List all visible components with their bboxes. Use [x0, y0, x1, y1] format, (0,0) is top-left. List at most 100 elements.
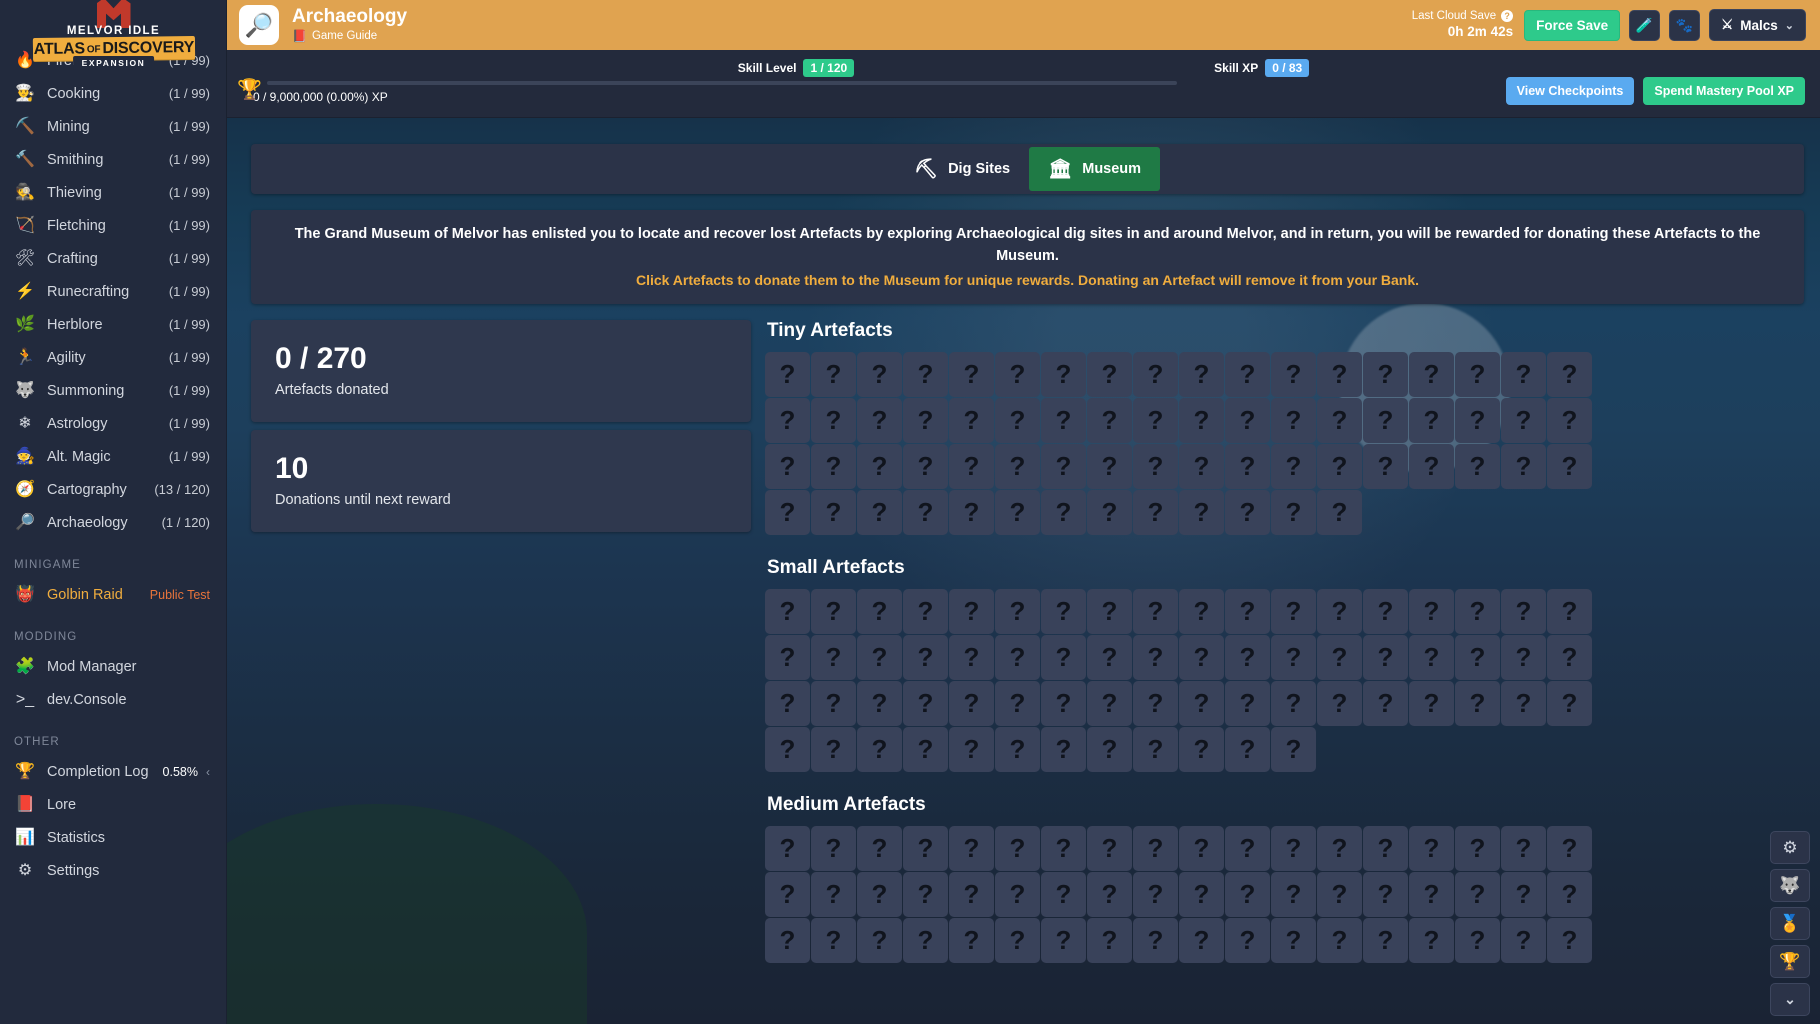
- sidebar-item-astrology[interactable]: ❄ Astrology (1 / 99): [0, 407, 227, 440]
- artefact-slot[interactable]: ?: [1317, 872, 1362, 917]
- artefact-slot[interactable]: ?: [1409, 826, 1454, 871]
- artefact-slot[interactable]: ?: [1087, 635, 1132, 680]
- artefact-slot[interactable]: ?: [765, 635, 810, 680]
- sidebar-item-completion-log[interactable]: 🏆 Completion Log 0.58% ‹: [0, 755, 227, 788]
- artefact-slot[interactable]: ?: [1455, 872, 1500, 917]
- artefact-slot[interactable]: ?: [949, 681, 994, 726]
- artefact-slot[interactable]: ?: [857, 444, 902, 489]
- artefact-slot[interactable]: ?: [949, 352, 994, 397]
- tab-dig-sites[interactable]: ⛏ Dig Sites: [895, 144, 1029, 194]
- artefact-slot[interactable]: ?: [1501, 444, 1546, 489]
- artefact-slot[interactable]: ?: [1041, 826, 1086, 871]
- artefact-slot[interactable]: ?: [1225, 727, 1270, 772]
- artefact-slot[interactable]: ?: [1317, 918, 1362, 963]
- artefact-slot[interactable]: ?: [811, 681, 856, 726]
- artefact-slot[interactable]: ?: [995, 918, 1040, 963]
- artefact-slot[interactable]: ?: [949, 589, 994, 634]
- artefact-slot[interactable]: ?: [1317, 444, 1362, 489]
- artefact-slot[interactable]: ?: [1455, 918, 1500, 963]
- artefact-slot[interactable]: ?: [1271, 727, 1316, 772]
- artefact-slot[interactable]: ?: [811, 398, 856, 443]
- artefact-slot[interactable]: ?: [765, 444, 810, 489]
- artefact-slot[interactable]: ?: [811, 352, 856, 397]
- artefact-slot[interactable]: ?: [995, 490, 1040, 535]
- artefact-slot[interactable]: ?: [1179, 681, 1224, 726]
- artefact-slot[interactable]: ?: [1225, 872, 1270, 917]
- game-guide-link[interactable]: 📕 Game Guide: [292, 29, 407, 43]
- artefact-slot[interactable]: ?: [1179, 635, 1224, 680]
- artefact-slot[interactable]: ?: [1317, 490, 1362, 535]
- artefact-slot[interactable]: ?: [1179, 589, 1224, 634]
- artefact-slot[interactable]: ?: [1363, 635, 1408, 680]
- artefact-slot[interactable]: ?: [1547, 589, 1592, 634]
- sidebar-item-thieving[interactable]: 🕵 Thieving (1 / 99): [0, 176, 227, 209]
- dock-collapse-button[interactable]: ⌄: [1770, 983, 1810, 1016]
- artefact-slot[interactable]: ?: [1455, 681, 1500, 726]
- artefact-slot[interactable]: ?: [1271, 352, 1316, 397]
- artefact-slot[interactable]: ?: [1225, 589, 1270, 634]
- artefact-slot[interactable]: ?: [1317, 352, 1362, 397]
- artefact-slot[interactable]: ?: [1225, 352, 1270, 397]
- artefact-slot[interactable]: ?: [1501, 635, 1546, 680]
- artefact-slot[interactable]: ?: [1455, 444, 1500, 489]
- artefact-slot[interactable]: ?: [811, 727, 856, 772]
- artefact-slot[interactable]: ?: [1455, 826, 1500, 871]
- artefact-slot[interactable]: ?: [1547, 872, 1592, 917]
- artefact-slot[interactable]: ?: [1409, 918, 1454, 963]
- artefact-slot[interactable]: ?: [903, 490, 948, 535]
- artefact-slot[interactable]: ?: [765, 918, 810, 963]
- artefact-slot[interactable]: ?: [1133, 872, 1178, 917]
- artefact-slot[interactable]: ?: [1041, 490, 1086, 535]
- artefact-slot[interactable]: ?: [949, 872, 994, 917]
- artefact-slot[interactable]: ?: [857, 681, 902, 726]
- artefact-slot[interactable]: ?: [1317, 635, 1362, 680]
- artefact-slot[interactable]: ?: [1041, 444, 1086, 489]
- artefact-slot[interactable]: ?: [811, 444, 856, 489]
- artefact-slot[interactable]: ?: [857, 352, 902, 397]
- sidebar-item-firemaking[interactable]: 🔥 Firemaking (1 / 99): [0, 44, 227, 77]
- dock-medal-button[interactable]: 🏅: [1770, 907, 1810, 940]
- artefact-slot[interactable]: ?: [949, 727, 994, 772]
- artefact-slot[interactable]: ?: [949, 918, 994, 963]
- sidebar-item-statistics[interactable]: 📊 Statistics: [0, 821, 227, 854]
- artefact-slot[interactable]: ?: [949, 444, 994, 489]
- artefact-slot[interactable]: ?: [1363, 872, 1408, 917]
- artefact-slot[interactable]: ?: [995, 727, 1040, 772]
- artefact-slot[interactable]: ?: [1363, 918, 1408, 963]
- artefact-slot[interactable]: ?: [1271, 635, 1316, 680]
- artefact-slot[interactable]: ?: [811, 872, 856, 917]
- artefact-slot[interactable]: ?: [1547, 918, 1592, 963]
- artefact-slot[interactable]: ?: [1133, 681, 1178, 726]
- artefact-slot[interactable]: ?: [903, 681, 948, 726]
- artefact-slot[interactable]: ?: [1133, 398, 1178, 443]
- artefact-slot[interactable]: ?: [811, 635, 856, 680]
- artefact-slot[interactable]: ?: [1225, 398, 1270, 443]
- artefact-slot[interactable]: ?: [995, 352, 1040, 397]
- artefact-slot[interactable]: ?: [1179, 490, 1224, 535]
- artefact-slot[interactable]: ?: [1455, 352, 1500, 397]
- artefact-slot[interactable]: ?: [1133, 352, 1178, 397]
- artefact-slot[interactable]: ?: [903, 826, 948, 871]
- artefact-slot[interactable]: ?: [1271, 872, 1316, 917]
- content-scroll[interactable]: ⛏ Dig Sites 🏛 Museum The Grand Museum of…: [227, 118, 1820, 1024]
- artefact-slot[interactable]: ?: [1363, 826, 1408, 871]
- artefact-slot[interactable]: ?: [1409, 635, 1454, 680]
- artefact-slot[interactable]: ?: [903, 444, 948, 489]
- pet-icon[interactable]: 🐾: [1669, 10, 1700, 41]
- sidebar-item-runecrafting[interactable]: ⚡ Runecrafting (1 / 99): [0, 275, 227, 308]
- sidebar-item-mod-manager[interactable]: 🧩 Mod Manager: [0, 650, 227, 683]
- artefact-slot[interactable]: ?: [857, 490, 902, 535]
- artefact-slot[interactable]: ?: [811, 490, 856, 535]
- artefact-slot[interactable]: ?: [1501, 872, 1546, 917]
- artefact-slot[interactable]: ?: [811, 589, 856, 634]
- artefact-slot[interactable]: ?: [1133, 589, 1178, 634]
- sidebar-item-golbin-raid[interactable]: 👹 Golbin Raid Public Test: [0, 578, 227, 611]
- artefact-slot[interactable]: ?: [903, 635, 948, 680]
- artefact-slot[interactable]: ?: [1455, 589, 1500, 634]
- sidebar-item-fletching[interactable]: 🏹 Fletching (1 / 99): [0, 209, 227, 242]
- dock-trophy-button[interactable]: 🏆: [1770, 945, 1810, 978]
- artefact-slot[interactable]: ?: [1409, 589, 1454, 634]
- artefact-slot[interactable]: ?: [1271, 490, 1316, 535]
- artefact-slot[interactable]: ?: [1317, 681, 1362, 726]
- artefact-slot[interactable]: ?: [1547, 681, 1592, 726]
